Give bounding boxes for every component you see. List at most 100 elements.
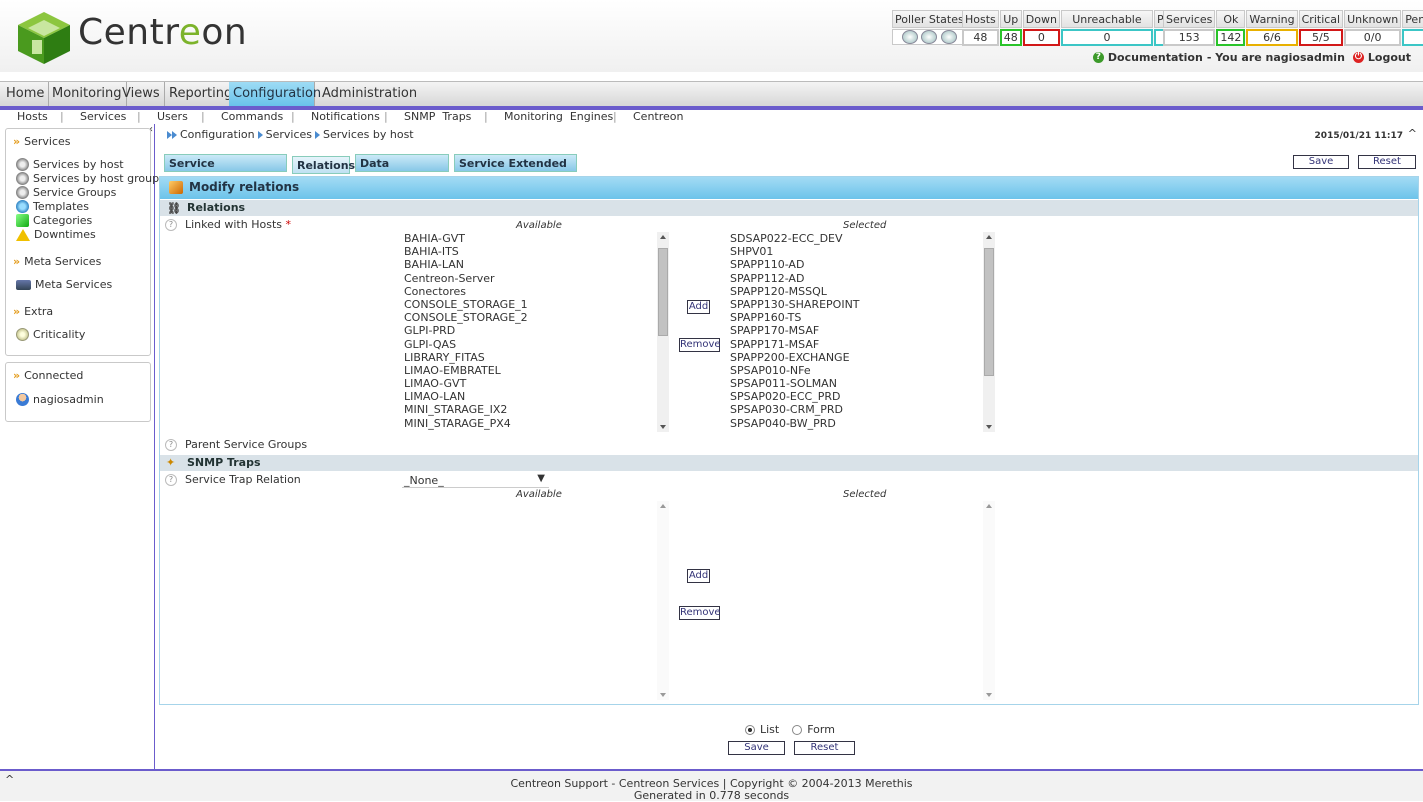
scroll-down-icon[interactable] [986, 425, 992, 429]
list-item[interactable]: SPAPP112-AD [730, 272, 998, 285]
scroll-thumb[interactable] [658, 248, 668, 336]
available-traps-list[interactable] [402, 501, 672, 700]
list-item[interactable]: BAHIA-ITS [404, 245, 672, 258]
poller-database-icon[interactable] [940, 30, 957, 44]
list-item[interactable]: LIBRARY_FITAS [404, 351, 672, 364]
list-item[interactable]: MINI_STARAGE_IX2 [404, 403, 672, 416]
services-pending[interactable]: 0 [1402, 29, 1423, 46]
nav-views[interactable]: Views [118, 82, 165, 107]
available-hosts-scrollbar[interactable] [657, 232, 669, 432]
save-button[interactable]: Save [728, 741, 785, 755]
poller-status-icon[interactable] [901, 30, 918, 44]
tab-service-configuration[interactable]: Service Configuration [164, 154, 287, 187]
scroll-thumb[interactable] [984, 248, 994, 376]
help-icon[interactable]: ? [165, 474, 177, 486]
nav-home[interactable]: Home [2, 82, 50, 107]
subnav-notifications[interactable]: Notifications [311, 110, 380, 123]
reset-button-top[interactable]: Reset [1358, 155, 1416, 169]
tab-service-extended-info[interactable]: Service Extended Info [454, 154, 577, 187]
sidebar-item-services-by-host[interactable]: Services by host [16, 158, 124, 171]
list-item[interactable]: SPAPP130-SHAREPOINT [730, 298, 998, 311]
subnav-users[interactable]: Users [157, 110, 188, 123]
hosts-up[interactable]: 48 [999, 29, 1022, 46]
list-item[interactable]: BAHIA-GVT [404, 232, 672, 245]
nav-reporting[interactable]: Reporting [165, 82, 238, 107]
help-icon[interactable]: ? [165, 439, 177, 451]
list-item[interactable]: LIMAO-GVT [404, 377, 672, 390]
collapse-up-icon[interactable]: ^ [1408, 127, 1417, 140]
poller-latency-icon[interactable] [921, 30, 938, 44]
service-trap-relation-select[interactable]: _None_ ▼ [402, 473, 549, 488]
sidebar-item-criticality[interactable]: Criticality [16, 328, 85, 341]
documentation-link[interactable]: Documentation [1108, 51, 1203, 64]
nav-configuration[interactable]: Configuration [229, 82, 321, 107]
available-traps-scrollbar[interactable] [657, 501, 669, 700]
scroll-down-icon[interactable] [660, 693, 666, 697]
add-host-button[interactable]: Add [687, 300, 710, 314]
scroll-down-icon[interactable] [986, 693, 992, 697]
subnav-monitoring-engines[interactable]: Monitoring Engines [504, 110, 613, 123]
sidebar-item-meta-services[interactable]: Meta Services [16, 278, 112, 291]
sidebar-item-templates[interactable]: Templates [16, 200, 89, 213]
list-item[interactable]: SPAPP160-TS [730, 311, 998, 324]
nav-administration[interactable]: Administration [318, 82, 421, 107]
breadcrumb-services-by-host[interactable]: Services by host [323, 128, 414, 141]
services-ok[interactable]: 142 [1216, 29, 1246, 46]
tab-data-processing[interactable]: Data Processing [355, 154, 449, 187]
list-item[interactable]: Conectores [404, 285, 672, 298]
add-trap-button[interactable]: Add [687, 569, 710, 583]
hosts-down[interactable]: 0 [1022, 29, 1060, 46]
services-critical[interactable]: 5/5 [1298, 29, 1344, 46]
hosts-total[interactable]: 48 [962, 29, 999, 46]
services-total[interactable]: 153 [1163, 29, 1216, 46]
list-item[interactable]: SPAPP120-MSSQL [730, 285, 998, 298]
list-item[interactable]: Centreon-Server [404, 272, 672, 285]
list-item[interactable]: SPAPP170-MSAF [730, 324, 998, 337]
list-item[interactable]: CONSOLE_STORAGE_1 [404, 298, 672, 311]
scroll-up-icon[interactable] [986, 504, 992, 508]
list-item[interactable]: SPSAP010-NFe [730, 364, 998, 377]
subnav-commands[interactable]: Commands [221, 110, 283, 123]
help-icon[interactable]: ? [165, 219, 177, 231]
tab-relations[interactable]: Relations [292, 156, 355, 174]
list-item[interactable]: SPSAP030-CRM_PRD [730, 403, 998, 416]
list-item[interactable]: GLPI-PRD [404, 324, 672, 337]
logout-link[interactable]: Logout [1368, 51, 1411, 64]
services-unknown[interactable]: 0/0 [1344, 29, 1402, 46]
subnav-hosts[interactable]: Hosts [17, 110, 48, 123]
selected-traps-scrollbar[interactable] [983, 501, 995, 700]
scroll-up-icon[interactable] [986, 235, 992, 239]
connected-user[interactable]: nagiosadmin [16, 393, 104, 406]
list-item[interactable]: SPAPP200-EXCHANGE [730, 351, 998, 364]
hosts-unreachable[interactable]: 0 [1060, 29, 1153, 46]
nav-monitoring[interactable]: Monitoring [48, 82, 127, 107]
remove-trap-button[interactable]: Remove [679, 606, 721, 620]
list-item[interactable]: GLPI-QAS [404, 338, 672, 351]
services-warning[interactable]: 6/6 [1246, 29, 1298, 46]
available-hosts-list[interactable]: BAHIA-GVT BAHIA-ITS BAHIA-LAN Centreon-Serv… [402, 232, 672, 432]
sidebar-item-service-groups[interactable]: Service Groups [16, 186, 116, 199]
list-item[interactable]: CONSOLE_STORAGE_2 [404, 311, 672, 324]
remove-host-button[interactable]: Remove [679, 338, 721, 352]
scroll-up-icon[interactable] [660, 235, 666, 239]
scroll-up-icon[interactable] [660, 504, 666, 508]
list-item[interactable]: SDSAP022-ECC_DEV [730, 232, 998, 245]
selected-hosts-scrollbar[interactable] [983, 232, 995, 432]
selected-traps-list[interactable] [728, 501, 998, 700]
list-radio[interactable] [745, 724, 755, 735]
save-button-top[interactable]: Save [1293, 155, 1349, 169]
list-item[interactable]: SHPV01 [730, 245, 998, 258]
sidebar-item-downtimes[interactable]: Downtimes [16, 228, 96, 241]
list-item[interactable]: MINI_STARAGE_PX4 [404, 417, 672, 430]
list-item[interactable]: SPSAP040-BW_PRD [730, 417, 998, 430]
list-item[interactable]: LIMAO-LAN [404, 390, 672, 403]
list-item[interactable]: SPAPP171-MSAF [730, 338, 998, 351]
list-item[interactable]: BAHIA-LAN [404, 258, 672, 271]
list-item[interactable]: LIMAO-EMBRATEL [404, 364, 672, 377]
sidebar-item-categories[interactable]: Categories [16, 214, 92, 227]
sidebar-item-services-by-host-group[interactable]: Services by host group [16, 172, 159, 185]
subnav-centreon[interactable]: Centreon [633, 110, 683, 123]
selected-hosts-list[interactable]: SDSAP022-ECC_DEV SHPV01 SPAPP110-AD SPAPP11… [728, 232, 998, 432]
breadcrumb-services[interactable]: Services [266, 128, 312, 141]
list-item[interactable]: SPSAP020-ECC_PRD [730, 390, 998, 403]
